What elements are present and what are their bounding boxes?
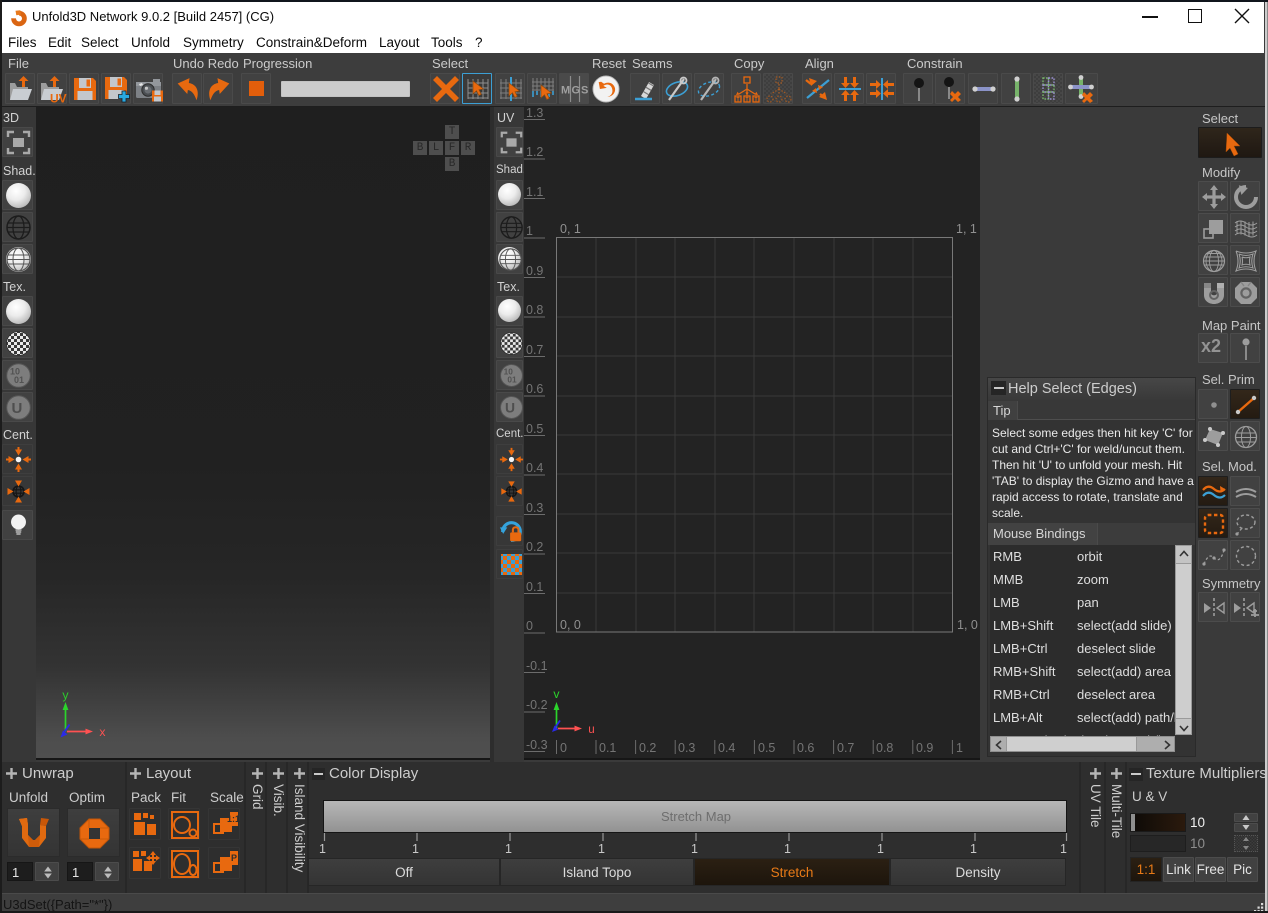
svg-text:U: U: [505, 400, 515, 416]
svg-text:u: u: [588, 724, 595, 737]
svg-text:M: M: [561, 85, 570, 97]
svg-text:v: v: [553, 689, 560, 702]
svg-text:x: x: [99, 727, 106, 740]
svg-text:G: G: [572, 85, 581, 97]
svg-text:S: S: [581, 85, 588, 97]
svg-text:01: 01: [14, 375, 24, 385]
svg-text:UV: UV: [50, 92, 67, 104]
svg-text:U: U: [12, 400, 23, 417]
svg-text:1:1: 1:1: [227, 814, 240, 824]
svg-text:P: P: [231, 853, 237, 863]
svg-text:y: y: [62, 690, 69, 703]
svg-text:01: 01: [507, 374, 517, 384]
